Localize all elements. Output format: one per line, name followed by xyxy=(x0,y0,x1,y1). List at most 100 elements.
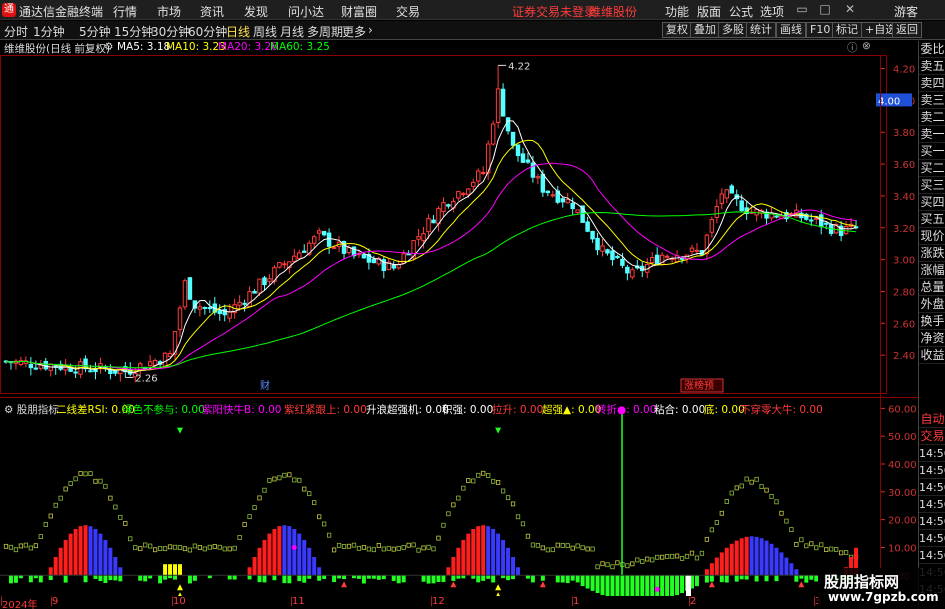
candle-body xyxy=(560,198,565,203)
quote-field-13[interactable]: 涨幅 xyxy=(919,262,945,279)
info-circle-icon[interactable]: ⓘ xyxy=(847,40,858,55)
period-fenshi[interactable]: 分时 xyxy=(4,23,28,40)
quote-field-5[interactable]: 卖一 xyxy=(919,126,945,143)
histogram-bar xyxy=(729,543,734,576)
period-weekly[interactable]: 周线 xyxy=(253,23,277,40)
quote-field-2[interactable]: 卖四 xyxy=(919,75,945,92)
chart-canvas[interactable]: 4.20 4.00 3.80 3.60 3.40 3.20 3.00 2.80 2.60 2.40… xyxy=(0,55,918,596)
overlay-button[interactable]: 叠加 xyxy=(690,22,720,38)
oscillator-step xyxy=(292,477,297,483)
guest-link[interactable]: 游客 xyxy=(894,3,918,20)
histogram-green-bar xyxy=(342,575,347,580)
trade-list-header-1[interactable]: 交易 xyxy=(919,428,945,445)
close-chart-icon[interactable]: ⊗ xyxy=(862,40,871,52)
menu-banmian[interactable]: 版面 xyxy=(697,3,721,20)
candle-body xyxy=(630,269,635,278)
quote-field-4[interactable]: 卖二 xyxy=(919,109,945,126)
menu-faxian[interactable]: 发现 xyxy=(244,3,268,20)
oscillator-step xyxy=(73,476,78,482)
mark-button[interactable]: 标记 xyxy=(832,22,862,38)
quote-field-11[interactable]: 现价 xyxy=(919,228,945,245)
oscillator-step xyxy=(704,536,710,542)
quote-field-9[interactable]: 买四 xyxy=(919,194,945,211)
maximize-icon[interactable]: □ xyxy=(818,2,832,16)
ma5-label: MA5: 3.18 xyxy=(117,41,171,53)
multi-stock-button[interactable]: 多股 xyxy=(718,22,748,38)
draw-line-button[interactable]: 画线 xyxy=(776,22,806,38)
indicator-name[interactable]: ⚙ 股朋指标 xyxy=(4,402,59,417)
f10-button[interactable]: F10 xyxy=(806,22,835,38)
oscillator-step xyxy=(580,545,585,551)
histogram-bar xyxy=(113,556,118,576)
settings-gear-icon[interactable]: ⚙ xyxy=(104,41,113,53)
quote-field-7[interactable]: 买二 xyxy=(919,160,945,177)
minimize-icon[interactable]: ▭ xyxy=(795,2,809,16)
menu-shichang[interactable]: 市场 xyxy=(157,3,181,20)
oscillator-step xyxy=(312,500,317,506)
candle-body xyxy=(217,310,222,315)
adjust-button[interactable]: 复权 xyxy=(662,22,692,38)
quote-field-17[interactable]: 净资 xyxy=(919,330,945,347)
app-logo-icon: 通 xyxy=(2,3,16,17)
menu-gongshi[interactable]: 公式 xyxy=(729,3,753,20)
histogram-green-bar xyxy=(232,575,237,580)
period-multi[interactable]: 多周期 xyxy=(307,23,343,40)
period-more[interactable]: 更多 xyxy=(342,23,366,40)
statistics-button[interactable]: 统计 xyxy=(746,22,776,38)
trade-list-header-0[interactable]: 自动 xyxy=(919,411,945,428)
quote-field-12[interactable]: 涨跌 xyxy=(919,245,945,262)
menu-hangqing[interactable]: 行情 xyxy=(113,3,137,20)
quote-field-16[interactable]: 换手 xyxy=(919,313,945,330)
quote-field-1[interactable]: 卖五 xyxy=(919,58,945,75)
menu-xuanxiang[interactable]: 选项 xyxy=(760,3,784,20)
period-monthly[interactable]: 月线 xyxy=(280,23,304,40)
login-notice[interactable]: 证券交易未登录 xyxy=(512,3,596,20)
trade-time: 14:56 xyxy=(919,479,945,496)
period-1min[interactable]: 1分钟 xyxy=(33,23,65,40)
oscillator-step xyxy=(749,479,754,485)
candle-body xyxy=(714,206,720,218)
quote-field-18[interactable]: 收益 xyxy=(919,347,945,364)
candle-body xyxy=(202,306,208,309)
menu-jiaoyi[interactable]: 交易 xyxy=(396,3,420,20)
quote-field-8[interactable]: 买三 xyxy=(919,177,945,194)
histogram-bar xyxy=(78,526,83,576)
candles xyxy=(3,65,859,383)
candle-body xyxy=(282,263,287,266)
period-5min[interactable]: 5分钟 xyxy=(79,23,111,40)
quote-field-0[interactable]: 委比 xyxy=(919,41,945,58)
period-60min[interactable]: 60分钟 xyxy=(188,23,227,40)
oscillator-step xyxy=(714,520,719,525)
indicator-value-10: 底: 0.00 xyxy=(704,404,745,416)
quote-field-10[interactable]: 买五 xyxy=(919,211,945,228)
menu-caifuquan[interactable]: 财富圈 xyxy=(341,3,377,20)
period-30min[interactable]: 30分钟 xyxy=(151,23,190,40)
histogram-bar xyxy=(68,533,73,576)
indicator-value-1: 绿色不参与: 0.00 xyxy=(122,404,205,416)
oscillator-step xyxy=(605,562,610,568)
close-icon[interactable]: ✕ xyxy=(843,2,857,16)
quote-field-6[interactable]: 买一 xyxy=(919,143,945,160)
histogram-green-bar xyxy=(704,575,709,583)
histogram-bar xyxy=(734,540,739,576)
histogram-green-bar xyxy=(600,575,605,596)
ma20-label: MA20: 3.26 xyxy=(218,41,278,53)
back-button[interactable]: 返回 xyxy=(892,22,922,38)
menu-gongneng[interactable]: 功能 xyxy=(665,3,689,20)
quote-field-14[interactable]: 总量 xyxy=(919,279,945,296)
menu-wenxiaoda[interactable]: 问小达 xyxy=(288,3,324,20)
oscillator-step xyxy=(98,478,103,484)
histogram-green-bar xyxy=(640,575,645,596)
menu-zixun[interactable]: 资讯 xyxy=(200,3,224,20)
period-daily[interactable]: 日线 xyxy=(226,23,250,40)
oscillator-step xyxy=(317,514,322,520)
candle-body xyxy=(654,254,660,265)
chevron-right-icon[interactable]: › xyxy=(368,23,373,37)
histogram xyxy=(8,525,859,596)
turning-point-dot xyxy=(654,586,660,592)
quote-field-15[interactable]: 外盘 xyxy=(919,296,945,313)
candle-body xyxy=(262,277,267,286)
oscillator-step xyxy=(33,543,38,549)
quote-field-3[interactable]: 卖三 xyxy=(919,92,945,109)
period-15min[interactable]: 15分钟 xyxy=(114,23,153,40)
